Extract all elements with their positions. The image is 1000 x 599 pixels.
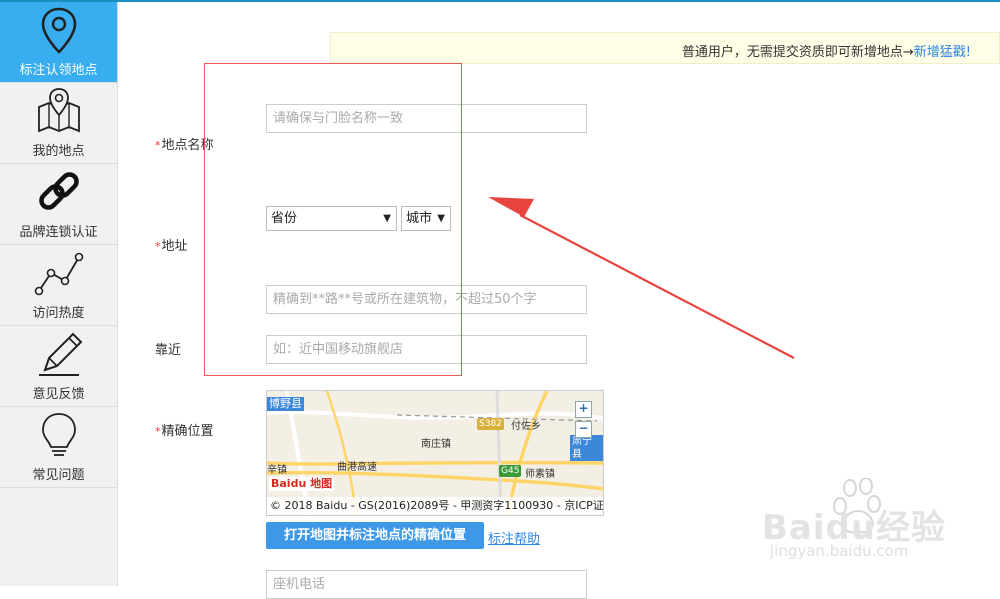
top-accent-line — [0, 0, 1000, 2]
watermark-domain: jingyan.baidu.com — [770, 542, 909, 560]
road-badge: S382 — [477, 418, 504, 430]
annotation-arrow-icon — [488, 197, 795, 359]
map-place-label: 付佐乡 — [511, 421, 541, 432]
address-label-text: 地址 — [161, 239, 188, 254]
sidebar-item-label: 访问热度 — [32, 306, 85, 321]
map-place-label: 师素镇 — [525, 469, 555, 480]
sidebar-item-visit-heat[interactable]: 访问热度 — [0, 245, 117, 326]
add-place-link[interactable]: 新增猛戳! — [914, 45, 971, 60]
sidebar-item-feedback[interactable]: 意见反馈 — [0, 326, 117, 407]
map-preview[interactable]: 博野县 南庄镇 付佐乡 辛镇 曲港高速 师素镇 肃宁县 S382 G45 + −… — [266, 390, 604, 516]
road-badge: G45 — [499, 465, 522, 477]
open-map-button[interactable]: 打开地图并标注地点的精确位置 — [266, 522, 484, 549]
required-mark: * — [155, 425, 161, 438]
required-mark: * — [155, 139, 161, 152]
mark-help-link[interactable]: 标注帮助 — [488, 528, 540, 547]
phone-input[interactable]: 座机电话 — [266, 570, 587, 599]
precise-location-label: *精确位置 — [155, 420, 214, 439]
baidu-jingyan-watermark: Baidu经验 jingyan.baidu.com — [762, 477, 992, 582]
zoom-in-button[interactable]: + — [575, 401, 592, 418]
folded-map-icon — [38, 88, 80, 133]
baidu-map-logo: Baidu 地图 — [269, 477, 335, 491]
notice-bar: 普通用户，无需提交资质即可新增地点→新增猛戳! — [330, 32, 1000, 64]
zoom-out-button[interactable]: − — [575, 421, 592, 438]
sidebar-item-label: 常见问题 — [32, 468, 85, 483]
sidebar: 标注认领地点 我的地点 品牌连锁认证 访问热度 意见反馈 常见问题 — [0, 2, 118, 586]
line-chart-icon — [34, 252, 84, 296]
sidebar-item-label: 品牌连锁认证 — [19, 225, 98, 240]
map-copyright: © 2018 Baidu - GS(2016)2089号 - 甲测资字11009… — [267, 497, 603, 515]
map-place-label: 肃宁县 — [570, 435, 603, 461]
map-place-label: 博野县 — [267, 397, 304, 411]
sidebar-item-brand-chain[interactable]: 品牌连锁认证 — [0, 164, 117, 245]
sidebar-item-mark-place[interactable]: 标注认领地点 — [0, 2, 117, 83]
map-place-label: 南庄镇 — [421, 439, 451, 450]
notice-text: 普通用户，无需提交资质即可新增地点→新增猛戳! — [682, 41, 971, 60]
address-label: *地址 — [155, 235, 188, 254]
sidebar-item-label: 意见反馈 — [32, 387, 85, 402]
map-place-label: 辛镇 — [267, 465, 287, 476]
sidebar-item-label: 标注认领地点 — [19, 63, 98, 78]
map-place-label: 曲港高速 — [337, 462, 377, 473]
sidebar-item-my-places[interactable]: 我的地点 — [0, 83, 117, 164]
near-label: 靠近 — [155, 343, 182, 358]
required-mark: * — [155, 240, 161, 253]
chain-link-icon — [39, 172, 79, 210]
notice-message: 普通用户，无需提交资质即可新增地点→ — [681, 45, 914, 60]
pencil-icon — [39, 332, 83, 376]
annotation-highlight-box — [204, 63, 462, 376]
map-pin-icon — [41, 7, 77, 54]
precise-location-label-text: 精确位置 — [161, 424, 214, 439]
sidebar-item-faq[interactable]: 常见问题 — [0, 407, 117, 488]
lightbulb-icon — [42, 413, 76, 456]
sidebar-item-label: 我的地点 — [32, 144, 85, 159]
